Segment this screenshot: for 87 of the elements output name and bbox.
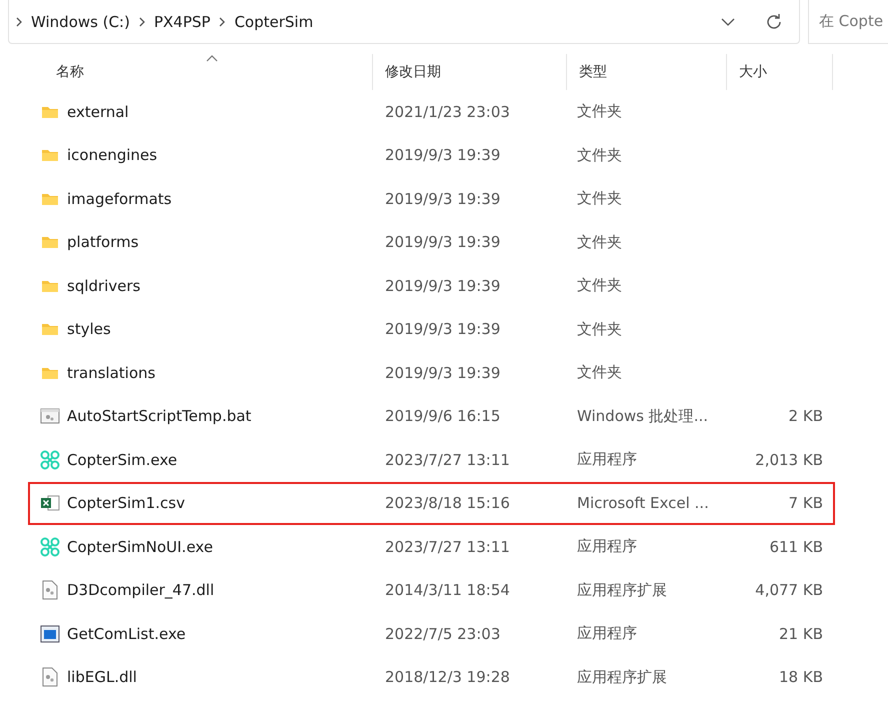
file-type: 文件夹	[576, 276, 623, 296]
script-icon	[40, 407, 60, 426]
modified-date: 2019/9/3 19:39	[384, 190, 502, 208]
refresh-icon[interactable]	[765, 12, 783, 30]
file-size: 7 KB	[788, 494, 824, 512]
modified-date: 2021/1/23 23:03	[384, 102, 511, 121]
file-row[interactable]: libEGL.dll 2018/12/3 19:28 应用程序扩展 18 KB	[30, 656, 833, 699]
file-row[interactable]: iconengines 2019/9/3 19:39 文件夹	[30, 134, 833, 177]
file-size: 4,077 KB	[754, 581, 824, 600]
file-type: 文件夹	[576, 363, 623, 382]
file-size: 2 KB	[788, 407, 824, 426]
file-type: 应用程序扩展	[576, 668, 668, 687]
file-type: 应用程序	[576, 537, 638, 556]
modified-date: 2019/9/3 19:39	[384, 146, 502, 164]
file-row[interactable]: translations 2019/9/3 19:39 文件夹	[30, 351, 833, 394]
file-name: D3Dcompiler_47.dll	[67, 581, 214, 600]
chevron-down-icon[interactable]	[721, 18, 735, 26]
file-size: 611 KB	[768, 538, 824, 556]
app-window-icon	[40, 624, 60, 643]
file-name: CopterSimNoUI.exe	[67, 538, 213, 556]
file-name: CopterSim.exe	[67, 450, 178, 469]
file-name: iconengines	[67, 146, 158, 164]
modified-date: 2023/7/27 13:11	[384, 450, 511, 469]
address-bar[interactable]: Windows (C:) PX4PSP CopterSim	[8, 0, 800, 44]
modified-date: 2019/9/6 16:15	[384, 407, 502, 426]
file-size: 2,013 KB	[754, 450, 824, 469]
modified-date: 2019/9/3 19:39	[384, 364, 502, 382]
file-row[interactable]: sqldrivers 2019/9/3 19:39 文件夹	[30, 264, 833, 308]
chevron-right-icon[interactable]	[218, 16, 226, 26]
spreadsheet-icon	[40, 494, 60, 512]
modified-date: 2023/7/27 13:11	[384, 538, 511, 556]
modified-date: 2019/9/3 19:39	[384, 320, 502, 338]
column-header[interactable]: 名称	[30, 54, 373, 90]
file-row[interactable]: CopterSim.exe 2023/7/27 13:11 应用程序 2,013 KB	[30, 438, 833, 482]
folder-icon	[40, 321, 60, 338]
file-type: 应用程序	[576, 450, 638, 470]
modified-date: 2022/7/5 23:03	[384, 624, 502, 643]
file-row[interactable]: D3Dcompiler_47.dll 2014/3/11 18:54 应用程序扩展 4,077 KB	[30, 568, 833, 612]
file-name: libEGL.dll	[67, 668, 137, 686]
quadcopter-icon	[40, 450, 60, 470]
file-name: CopterSim1.csv	[67, 494, 186, 512]
modified-date: 2018/12/3 19:28	[384, 668, 511, 686]
column-header[interactable]: 大小	[727, 54, 833, 90]
file-name: translations	[67, 364, 156, 382]
file-type: 应用程序扩展	[576, 580, 668, 600]
file-name: styles	[67, 320, 111, 338]
chevron-right-icon[interactable]	[138, 16, 146, 26]
gear-file-icon	[40, 580, 60, 600]
file-size: 21 KB	[778, 624, 824, 643]
file-type: 应用程序	[576, 624, 638, 644]
file-name: imageformats	[67, 190, 172, 208]
file-name: platforms	[67, 233, 139, 252]
modified-date: 2019/9/3 19:39	[384, 233, 502, 252]
column-header[interactable]: 类型	[567, 54, 727, 90]
file-type: 文件夹	[576, 189, 623, 208]
file-name: sqldrivers	[67, 276, 140, 295]
file-row[interactable]: imageformats 2019/9/3 19:39 文件夹	[30, 177, 833, 220]
file-type: 文件夹	[576, 320, 623, 339]
folder-icon	[40, 234, 60, 250]
breadcrumb-item[interactable]: CopterSim	[234, 12, 314, 30]
quadcopter-icon	[40, 536, 60, 557]
modified-date: 2023/8/18 15:16	[384, 494, 511, 512]
file-row[interactable]: CopterSim1.csv 2023/8/18 15:16 Microsoft Excel ... 7 KB	[28, 482, 835, 525]
gear-file-icon	[40, 667, 60, 688]
file-row[interactable]: platforms 2019/9/3 19:39 文件夹	[30, 220, 833, 264]
file-name: GetComList.exe	[67, 624, 186, 643]
breadcrumb-item[interactable]: PX4PSP	[154, 12, 210, 30]
modified-date: 2014/3/11 18:54	[384, 581, 511, 600]
file-name: AutoStartScriptTemp.bat	[67, 407, 252, 426]
chevron-right-icon[interactable]	[15, 16, 23, 26]
file-type: 文件夹	[576, 146, 623, 165]
file-name: external	[67, 102, 129, 121]
file-type: Microsoft Excel ...	[576, 494, 710, 512]
breadcrumb-item[interactable]: Windows (C:)	[31, 12, 130, 30]
file-row[interactable]: CopterSimNoUI.exe 2023/7/27 13:11 应用程序 611 KB	[30, 525, 833, 568]
file-row[interactable]: GetComList.exe 2022/7/5 23:03 应用程序 21 KB	[30, 612, 833, 656]
file-type: Windows 批处理...	[576, 406, 710, 426]
folder-icon	[40, 147, 60, 164]
modified-date: 2019/9/3 19:39	[384, 276, 502, 295]
file-row[interactable]: external 2021/1/23 23:03 文件夹	[30, 90, 833, 134]
file-row[interactable]: styles 2019/9/3 19:39 文件夹	[30, 308, 833, 351]
file-type: 文件夹	[576, 102, 623, 122]
search-field[interactable]: 在 Copte	[808, 0, 888, 44]
file-row[interactable]: AutoStartScriptTemp.bat 2019/9/6 16:15 Windows 批处理... 2 KB	[30, 394, 833, 438]
column-header[interactable]: 修改日期	[373, 54, 567, 90]
file-type: 文件夹	[576, 232, 623, 252]
file-size: 18 KB	[778, 668, 824, 686]
